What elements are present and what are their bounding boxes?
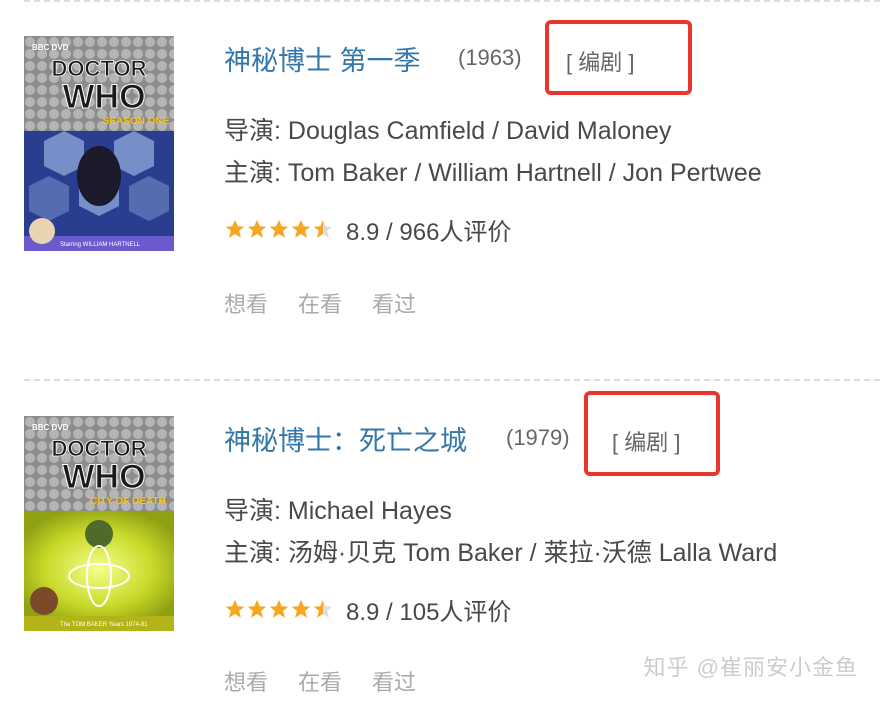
cast-line: 主演: Tom Baker / William Hartnell / Jon P… (224, 159, 762, 187)
poster-footer: The TOM BAKER Years 1974-81 (60, 622, 148, 628)
watched-button[interactable]: 看过 (372, 287, 416, 319)
director-line: 导演: Douglas Camfield / David Maloney (224, 117, 672, 145)
poster-footer: Starring WILLIAM HARTNELL (60, 242, 141, 248)
poster-subtitle: SEASON ONE (103, 116, 170, 127)
want-to-watch-button[interactable]: 想看 (224, 287, 268, 319)
star-icon (247, 219, 267, 238)
star-icon (269, 219, 289, 238)
star-icon (225, 599, 245, 618)
movie-title-link[interactable]: 神秘博士：死亡之城 (224, 419, 467, 458)
movie-title-link[interactable]: 神秘博士 第一季 (224, 39, 421, 78)
poster-image: BBC DVD DOCTOR WHO SEASON ONE Starring W… (24, 36, 174, 251)
half-star-icon (313, 599, 333, 618)
poster-image: BBC DVD DOCTOR WHO CITY OF DEATH The TOM… (24, 416, 174, 631)
movie-year: (1963) (458, 45, 522, 70)
want-to-watch-button[interactable]: 想看 (224, 665, 268, 697)
watching-button[interactable]: 在看 (298, 665, 342, 697)
poster-logo-bottom: WHO (62, 458, 145, 496)
action-row: 想看 在看 看过 (224, 287, 416, 319)
movie-year: (1979) (506, 425, 570, 450)
half-star-icon (313, 219, 333, 238)
rating-stars (224, 218, 334, 240)
rating-stars (224, 598, 334, 620)
movie-entry: BBC DVD DOCTOR WHO SEASON ONE Starring W… (0, 0, 880, 320)
role-label: [ 编剧 ] (612, 430, 681, 455)
rating-text: 8.9 / 105人评价 (346, 598, 512, 626)
star-icon (291, 219, 311, 238)
action-row: 想看 在看 看过 (224, 665, 416, 697)
director-line: 导演: Michael Hayes (224, 497, 452, 525)
star-icon (225, 219, 245, 238)
poster-brand: BBC DVD (32, 43, 69, 52)
page: BBC DVD DOCTOR WHO SEASON ONE Starring W… (0, 0, 880, 702)
movie-poster[interactable]: BBC DVD DOCTOR WHO CITY OF DEATH The TOM… (24, 416, 174, 631)
watching-button[interactable]: 在看 (298, 287, 342, 319)
rating-row: 8.9 / 966人评价 (224, 214, 512, 246)
poster-logo-bottom: WHO (62, 78, 145, 116)
rating-row: 8.9 / 105人评价 (224, 594, 512, 626)
role-label: [ 编剧 ] (566, 50, 635, 75)
star-icon (291, 599, 311, 618)
poster-brand: BBC DVD (32, 423, 69, 432)
movie-poster[interactable]: BBC DVD DOCTOR WHO SEASON ONE Starring W… (24, 36, 174, 251)
watched-button[interactable]: 看过 (372, 665, 416, 697)
star-icon (247, 599, 267, 618)
poster-subtitle: CITY OF DEATH (90, 496, 166, 507)
rating-text: 8.9 / 966人评价 (346, 218, 512, 246)
cast-line: 主演: 汤姆·贝克 Tom Baker / 莱拉·沃德 Lalla Ward (224, 539, 778, 567)
star-icon (269, 599, 289, 618)
watermark: 知乎 @崔丽安小金鱼 (643, 655, 858, 680)
